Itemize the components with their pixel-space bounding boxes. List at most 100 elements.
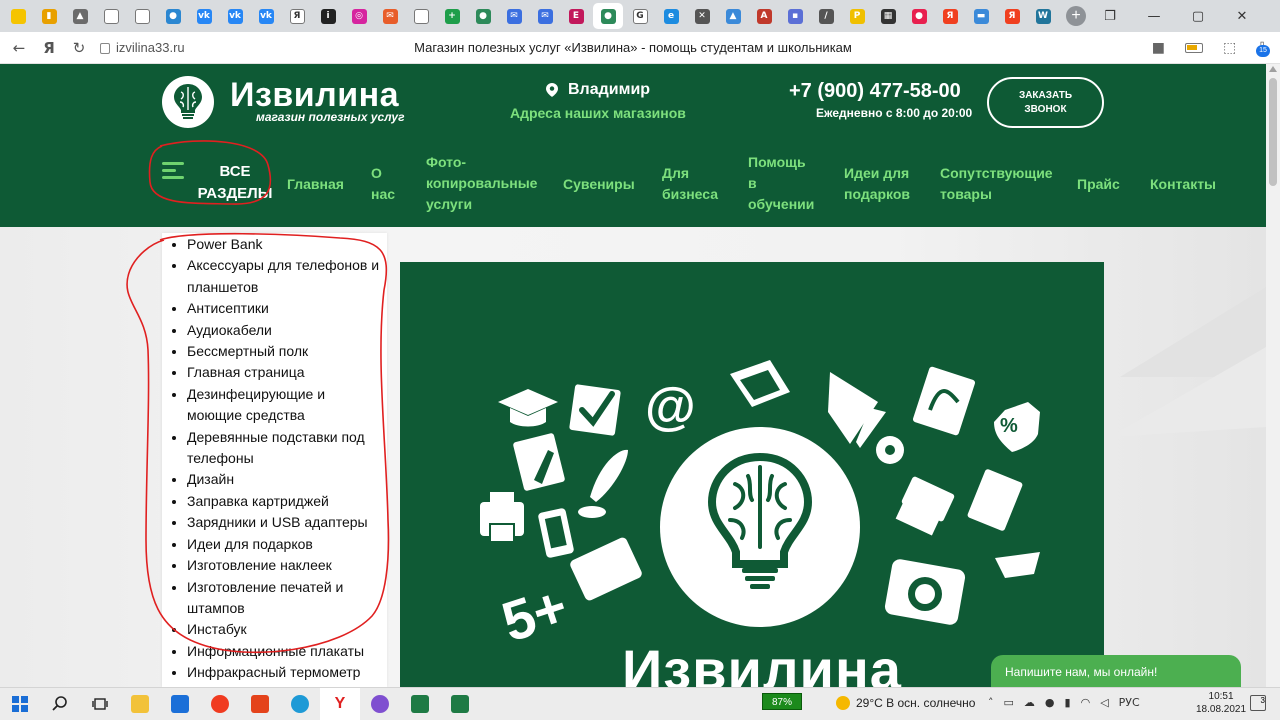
- section-link[interactable]: Аксессуары для телефонов и планшетов: [187, 255, 387, 298]
- nav-item[interactable]: Фото-копировальные услуги: [426, 152, 537, 215]
- yandex-home-icon[interactable]: Я: [34, 39, 64, 57]
- browser-tab[interactable]: i: [314, 3, 342, 29]
- section-link[interactable]: Изготовление печатей и штампов: [187, 577, 387, 620]
- browser-tab[interactable]: [97, 3, 125, 29]
- section-link[interactable]: Бессмертный полк: [187, 341, 387, 362]
- browser-tab[interactable]: ●: [469, 3, 497, 29]
- browser-tab[interactable]: A: [750, 3, 778, 29]
- section-link[interactable]: Дезинфецирующие и моющие средства: [187, 384, 387, 427]
- scrollbar-thumb[interactable]: [1269, 78, 1277, 186]
- section-link[interactable]: Инстабук: [187, 619, 387, 640]
- nav-item[interactable]: Сувениры: [563, 174, 635, 195]
- section-link[interactable]: Деревянные подставки под телефоны: [187, 427, 387, 470]
- section-link[interactable]: Антисептики: [187, 298, 387, 319]
- section-link[interactable]: Дизайн: [187, 469, 387, 490]
- browser-tab[interactable]: vk: [252, 3, 280, 29]
- browser-tab[interactable]: +: [438, 3, 466, 29]
- browser-tab[interactable]: ●: [593, 3, 623, 29]
- edge-browser-icon[interactable]: [280, 688, 320, 720]
- browser-tab[interactable]: ✉: [531, 3, 559, 29]
- browser-tab[interactable]: ●: [159, 3, 187, 29]
- notifications-icon[interactable]: 3: [1250, 695, 1266, 711]
- browser-tab[interactable]: Я: [283, 3, 311, 29]
- section-link[interactable]: Инфракрасный термометр: [187, 662, 387, 683]
- nav-item[interactable]: Главная: [287, 174, 344, 195]
- new-tab-button[interactable]: +: [1066, 6, 1086, 26]
- browser-tab[interactable]: G: [626, 3, 654, 29]
- yandex-app-icon[interactable]: Y: [320, 687, 360, 720]
- excel-icon-2[interactable]: [440, 688, 480, 720]
- section-link[interactable]: Изготовление наклеек: [187, 555, 387, 576]
- browser-tab[interactable]: ◎: [345, 3, 373, 29]
- weather-widget[interactable]: 29°C В осн. солнечно: [836, 696, 975, 710]
- nav-item[interactable]: Для бизнеса: [662, 163, 718, 205]
- site-logo[interactable]: [162, 76, 214, 128]
- reload-icon[interactable]: ↻: [64, 39, 94, 57]
- section-link[interactable]: Главная страница: [187, 362, 387, 383]
- browser-tab[interactable]: /: [812, 3, 840, 29]
- request-callback-button[interactable]: ЗАКАЗАТЬ ЗВОНОК: [987, 77, 1104, 128]
- url-field[interactable]: izvilina33.ru: [100, 40, 185, 55]
- extension-icon[interactable]: ⬚: [1223, 40, 1236, 56]
- browser-tab[interactable]: W: [1029, 3, 1057, 29]
- nav-item[interactable]: Онас: [371, 163, 395, 205]
- office-icon[interactable]: [240, 688, 280, 720]
- hero-banner[interactable]: @ % 5+ Извилина: [400, 262, 1104, 687]
- section-link[interactable]: Аудиокабели: [187, 320, 387, 341]
- language-indicator[interactable]: РУС: [1119, 696, 1140, 709]
- nav-item[interactable]: Контакты: [1150, 174, 1216, 195]
- section-link[interactable]: Зарядники и USB адаптеры: [187, 512, 387, 533]
- nav-item[interactable]: Помощь в обучении: [748, 152, 814, 215]
- excel-icon[interactable]: [400, 688, 440, 720]
- browser-tab[interactable]: ✕: [688, 3, 716, 29]
- battery-extension-icon[interactable]: [1185, 43, 1204, 53]
- network-icon[interactable]: ▭: [1004, 696, 1014, 709]
- mail-app-icon[interactable]: [160, 688, 200, 720]
- all-sections-label[interactable]: ВСЕ РАЗДЕЛЫ: [195, 161, 275, 205]
- scroll-up-icon[interactable]: [1269, 66, 1277, 72]
- volume-icon[interactable]: ◁: [1100, 696, 1108, 709]
- browser-tab[interactable]: ▪: [781, 3, 809, 29]
- browser-tab[interactable]: [407, 3, 435, 29]
- yandex-browser-icon[interactable]: [200, 688, 240, 720]
- battery-tray-icon[interactable]: ▮: [1065, 696, 1071, 709]
- stores-addresses-link[interactable]: Адреса наших магазинов: [510, 105, 686, 121]
- battery-status[interactable]: 87%: [762, 693, 802, 710]
- browser-tab[interactable]: vk: [190, 3, 218, 29]
- tray-expand-icon[interactable]: ˄: [988, 696, 994, 709]
- browser-tab[interactable]: e: [657, 3, 685, 29]
- task-view-icon[interactable]: [80, 688, 120, 720]
- browser-tab[interactable]: [4, 3, 32, 29]
- tabs-overview-icon[interactable]: ❐: [1088, 9, 1132, 24]
- close-icon[interactable]: ✕: [1220, 9, 1264, 24]
- browser-tab[interactable]: [128, 3, 156, 29]
- browser-tab[interactable]: Я: [998, 3, 1026, 29]
- browser-tab[interactable]: P: [843, 3, 871, 29]
- wifi-icon[interactable]: ◠: [1081, 696, 1091, 709]
- browser-tab[interactable]: ▲: [719, 3, 747, 29]
- page-scrollbar[interactable]: [1266, 64, 1280, 687]
- nav-item[interactable]: Прайс: [1077, 174, 1120, 195]
- restore-icon[interactable]: ▢: [1176, 9, 1220, 24]
- nav-item[interactable]: Сопутствующие товары: [940, 163, 1053, 205]
- all-sections-toggle[interactable]: [162, 160, 186, 182]
- browser-tab[interactable]: ▲: [66, 3, 94, 29]
- city-selector[interactable]: Владимир: [546, 81, 650, 99]
- browser-tab[interactable]: Я: [936, 3, 964, 29]
- security-icon[interactable]: ●: [1045, 696, 1055, 709]
- system-clock[interactable]: 10:51 18.08.2021: [1196, 690, 1246, 716]
- section-link[interactable]: Заправка картриджей: [187, 491, 387, 512]
- minimize-icon[interactable]: —: [1132, 9, 1176, 24]
- browser-tab[interactable]: ●: [905, 3, 933, 29]
- onedrive-icon[interactable]: ☁: [1024, 696, 1035, 709]
- browser-tab[interactable]: ▦: [874, 3, 902, 29]
- browser-tab[interactable]: ✉: [376, 3, 404, 29]
- viber-icon[interactable]: [360, 688, 400, 720]
- file-explorer-icon[interactable]: [120, 688, 160, 720]
- section-link[interactable]: Power Bank: [187, 234, 387, 255]
- back-icon[interactable]: ←: [4, 39, 34, 57]
- phone-number[interactable]: +7 (900) 477-58-00: [789, 80, 961, 103]
- section-link[interactable]: Информационные плакаты: [187, 641, 387, 662]
- search-icon[interactable]: [40, 688, 80, 720]
- windows-start-icon[interactable]: [0, 688, 40, 720]
